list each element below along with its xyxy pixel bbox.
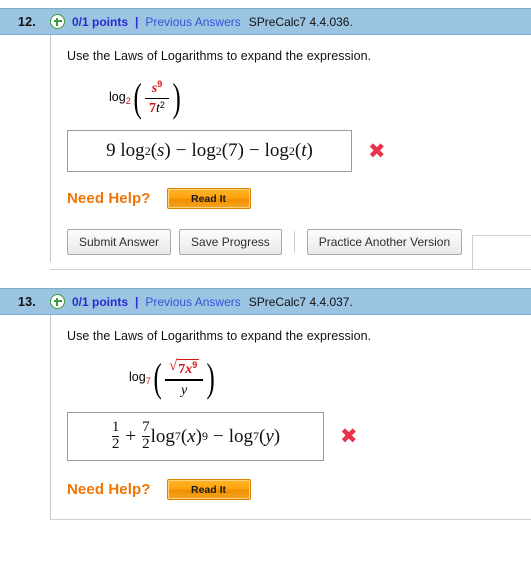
fraction-one-half: 1 2 bbox=[111, 419, 120, 453]
answer-expression-13: 1 2 + 7 2 log 7(x) 9− log 7(y) bbox=[111, 419, 281, 453]
need-help-row-12: Need Help? Read It bbox=[67, 188, 531, 209]
fraction-denominator: y bbox=[181, 382, 188, 398]
fraction: s9 7t2 bbox=[145, 79, 169, 118]
fraction-denominator: 7t2 bbox=[149, 100, 165, 117]
problem-prompt-12: Use the Laws of Logarithms to expand the… bbox=[67, 49, 372, 63]
fraction-numerator: √ 7x9 bbox=[165, 357, 203, 379]
button-divider bbox=[293, 231, 295, 253]
problem-block-13: 13. 0/1 points | Previous Answers SPreCa… bbox=[0, 288, 531, 520]
previous-answers-link-13[interactable]: Previous Answers bbox=[145, 295, 240, 309]
need-help-row-13: Need Help? Read It bbox=[67, 479, 531, 500]
read-it-button-12[interactable]: Read It bbox=[166, 188, 251, 209]
log-label: log2 bbox=[109, 90, 131, 106]
answer-row-12: 9 log 2(s) − log 2(7) − log 2(t) ✖ bbox=[67, 130, 531, 172]
problem-body-12: Use the Laws of Logarithms to expand the… bbox=[50, 35, 531, 262]
radicand: 7x9 bbox=[177, 359, 200, 378]
submit-answer-button[interactable]: Submit Answer bbox=[67, 229, 172, 255]
fraction-seven-halves: 7 2 bbox=[142, 419, 150, 453]
save-progress-button[interactable]: Save Progress bbox=[179, 229, 282, 255]
log-base: 2 bbox=[125, 96, 131, 106]
radical-sign-icon: √ bbox=[169, 358, 178, 375]
fraction-numerator: s9 bbox=[151, 78, 163, 96]
log-label: log7 bbox=[129, 370, 151, 386]
problem-prompt-13: Use the Laws of Logarithms to expand the… bbox=[67, 329, 372, 343]
question-expression-13: log7 ( √ 7x9 y ) bbox=[129, 355, 216, 400]
problem-number-13: 13. bbox=[18, 294, 36, 309]
practice-another-version-button[interactable]: Practice Another Version bbox=[306, 229, 463, 255]
need-help-label-12: Need Help? bbox=[67, 190, 151, 207]
problem-number-12: 12. bbox=[18, 14, 36, 29]
read-it-button-13[interactable]: Read It bbox=[166, 479, 251, 500]
expand-plus-icon[interactable] bbox=[50, 14, 65, 29]
problem-body-13: Use the Laws of Logarithms to expand the… bbox=[50, 315, 531, 520]
wrong-x-icon: ✖ bbox=[340, 424, 358, 448]
problem-code-13: SPreCalc7 4.4.037. bbox=[248, 294, 353, 309]
question-expression-12: log2 ( s9 7t2 ) bbox=[109, 75, 181, 120]
log-base: 7 bbox=[145, 376, 151, 386]
fraction: √ 7x9 y bbox=[165, 357, 204, 399]
answer-expression-12: 9 log 2(s) − log 2(7) − log 2(t) bbox=[106, 140, 313, 161]
action-buttons-12: Submit Answer Save Progress Practice Ano… bbox=[67, 229, 531, 267]
problem-header-13: 13. 0/1 points | Previous Answers SPreCa… bbox=[0, 288, 531, 315]
expand-plus-icon[interactable] bbox=[50, 294, 65, 309]
answer-input-12[interactable]: 9 log 2(s) − log 2(7) − log 2(t) bbox=[67, 130, 352, 172]
header-separator: | bbox=[135, 14, 139, 29]
points-label-13: 0/1 points bbox=[72, 294, 129, 309]
points-label-12: 0/1 points bbox=[72, 14, 129, 29]
answer-row-13: 1 2 + 7 2 log 7(x) 9− log 7(y) ✖ bbox=[67, 412, 531, 461]
answer-coefficient: 9 bbox=[106, 140, 116, 161]
previous-answers-link-12[interactable]: Previous Answers bbox=[145, 15, 240, 29]
problem-header-12: 12. 0/1 points | Previous Answers SPreCa… bbox=[0, 8, 531, 35]
side-panel-12 bbox=[472, 235, 531, 270]
header-separator: | bbox=[135, 294, 139, 309]
wrong-x-icon: ✖ bbox=[368, 138, 386, 163]
problem-block-12: 12. 0/1 points | Previous Answers SPreCa… bbox=[0, 8, 531, 270]
plus-operator: + bbox=[125, 425, 137, 447]
answer-input-13[interactable]: 1 2 + 7 2 log 7(x) 9− log 7(y) bbox=[67, 412, 324, 461]
problem-bottom-divider-12 bbox=[50, 269, 472, 270]
need-help-label-13: Need Help? bbox=[67, 481, 151, 498]
square-root: √ 7x9 bbox=[169, 358, 200, 378]
problem-code-12: SPreCalc7 4.4.036. bbox=[248, 14, 353, 29]
